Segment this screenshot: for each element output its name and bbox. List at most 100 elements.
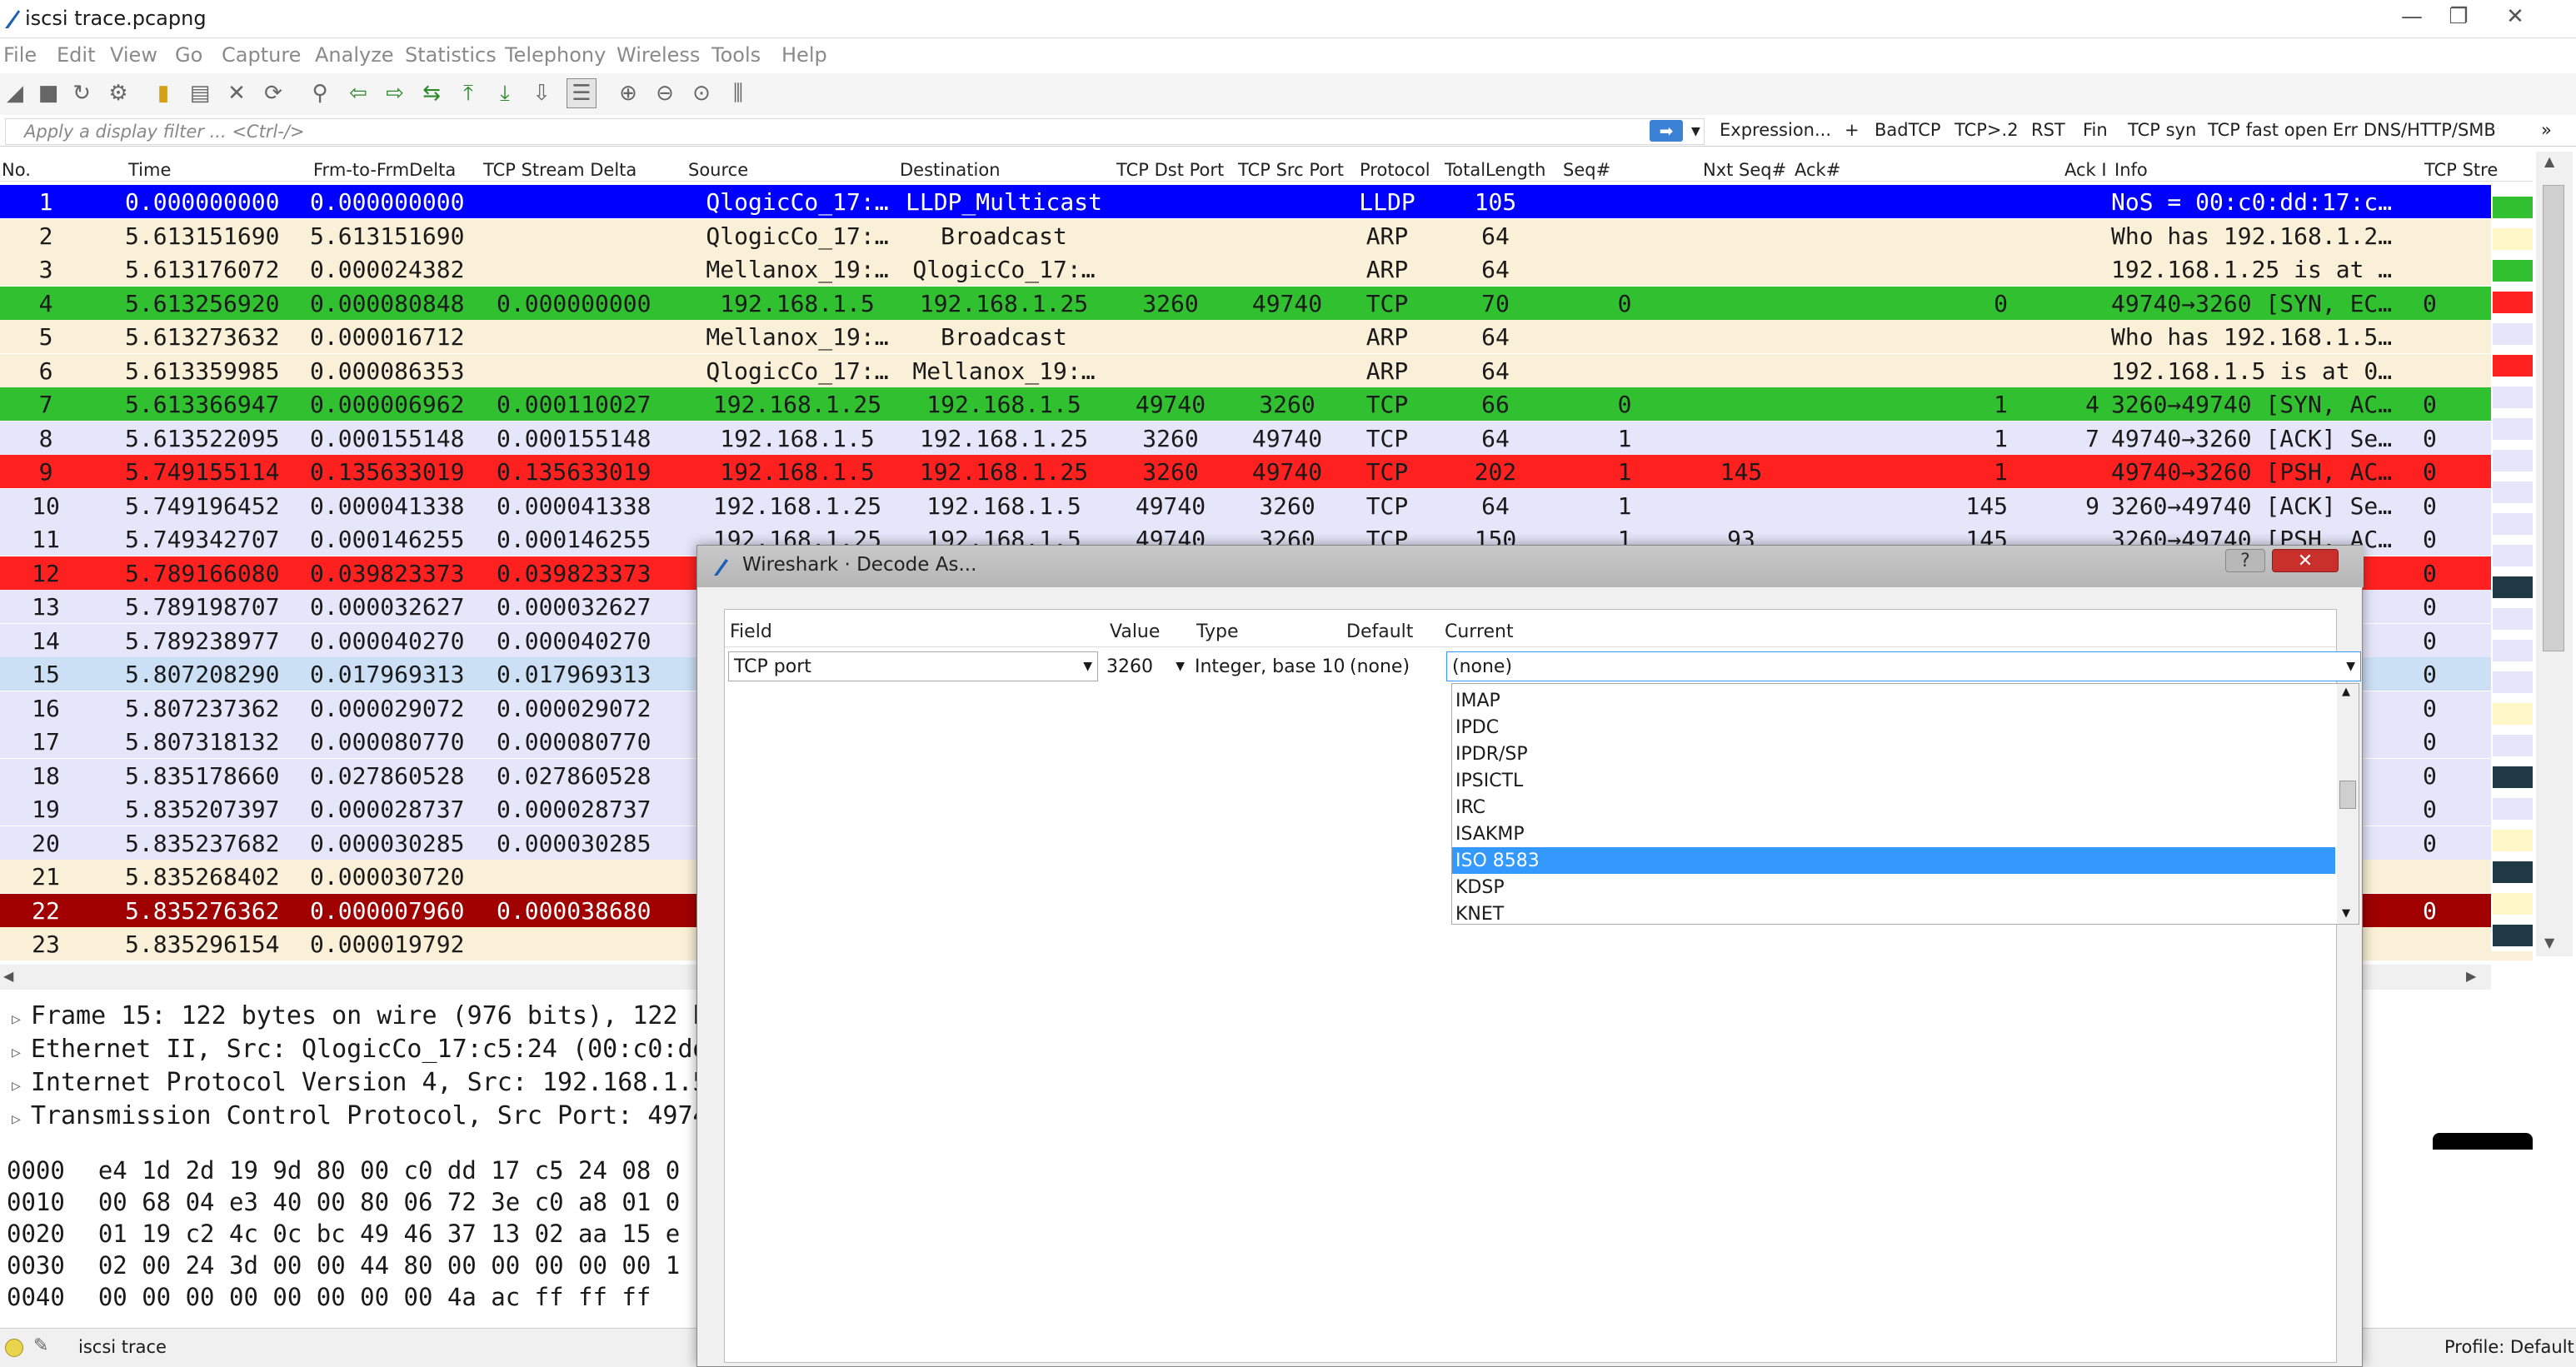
add-filter-button[interactable]: +: [1845, 120, 1860, 140]
protocol-dropdown-list[interactable]: IMAP IPDC IPDR/SP IPSICTL IRC ISAKMP ISO…: [1451, 683, 2359, 925]
protocol-option[interactable]: ISAKMP: [1452, 821, 2335, 847]
detail-ipv4[interactable]: ▷ Internet Protocol Version 4, Src: 192.1…: [12, 1068, 708, 1097]
packet-row[interactable]: 7 5.613366947 0.000006962 0.000110027 192.16…: [0, 387, 2533, 421]
menu-wireless[interactable]: Wireless: [617, 43, 700, 67]
packet-row[interactable]: 9 5.749155114 0.135633019 0.135633019 192.16…: [0, 455, 2533, 488]
start-capture-icon[interactable]: ◢: [0, 78, 30, 108]
column-header-no[interactable]: No.: [2, 160, 31, 180]
zoom-in-icon[interactable]: ⊕: [613, 78, 643, 108]
protocol-option[interactable]: IPSICTL: [1452, 767, 2335, 794]
column-header-protocol[interactable]: Protocol: [1360, 160, 1430, 180]
find-packet-icon[interactable]: ⚲: [305, 78, 335, 108]
column-header-stream-delta[interactable]: TCP Stream Delta: [483, 160, 637, 180]
hex-line[interactable]: 0000 e4 1d 2d 19 9d 80 00 c0 dd 17 c5 24 …: [7, 1156, 680, 1185]
field-select[interactable]: TCP port ▼: [728, 651, 1098, 681]
normal-size-icon[interactable]: ⊙: [686, 78, 716, 108]
packet-row[interactable]: 2 5.613151690 5.613151690 QlogicCo_17:… Broa…: [0, 218, 2533, 252]
capture-options-icon[interactable]: ⚙: [103, 78, 133, 108]
packet-row[interactable]: 5 5.613273632 0.000016712 Mellanox_19:… Broa…: [0, 320, 2533, 353]
go-to-packet-icon[interactable]: ⇆: [417, 78, 447, 108]
column-header-destination[interactable]: Destination: [900, 160, 1001, 180]
last-packet-icon[interactable]: ⤓: [490, 78, 520, 108]
filter-button-tcp-syn[interactable]: TCP syn: [2128, 120, 2196, 140]
protocol-option[interactable]: IPDR/SP: [1452, 741, 2335, 767]
menu-file[interactable]: File: [3, 43, 37, 67]
menu-analyze[interactable]: Analyze: [315, 43, 394, 67]
column-header-frm-delta[interactable]: Frm-to-FrmDelta: [313, 160, 456, 180]
packet-minimap[interactable]: [2491, 185, 2533, 951]
column-header-total-length[interactable]: TotalLength: [1445, 160, 1545, 180]
first-packet-icon[interactable]: ⤒: [453, 78, 483, 108]
reload-file-icon[interactable]: ⟳: [258, 78, 288, 108]
column-header-seq[interactable]: Seq#: [1563, 160, 1610, 180]
column-header-ack[interactable]: Ack#: [1795, 160, 1840, 180]
menu-help[interactable]: Help: [781, 43, 827, 67]
detail-ethernet[interactable]: ▷ Ethernet II, Src: QlogicCo_17:c5:24 (00…: [12, 1035, 708, 1064]
display-filter-input[interactable]: Apply a display filter ... <Ctrl-/>: [5, 118, 1705, 145]
packet-row[interactable]: 3 5.613176072 0.000024382 Mellanox_19:… Qlog…: [0, 252, 2533, 286]
filter-button-tcp-gt[interactable]: TCP>.2: [1954, 120, 2019, 140]
column-header-tcp-stream[interactable]: TCP Stre: [2424, 160, 2498, 180]
restart-capture-icon[interactable]: ↻: [67, 78, 97, 108]
filter-button-tcp-fast-open[interactable]: TCP fast open: [2208, 120, 2328, 140]
column-header-ack-rtt[interactable]: Ack I: [2064, 160, 2107, 180]
protocol-option[interactable]: KDSP: [1452, 874, 2335, 901]
status-profile[interactable]: Profile: Default: [2444, 1337, 2574, 1357]
menu-telephony[interactable]: Telephony: [505, 43, 606, 67]
go-forward-icon[interactable]: ⇨: [380, 78, 410, 108]
scroll-right-icon[interactable]: ▶: [2466, 968, 2476, 984]
capture-comment-icon[interactable]: ✎: [33, 1335, 48, 1356]
hex-line[interactable]: 0020 01 19 c2 4c 0c bc 49 46 37 13 02 aa …: [7, 1220, 680, 1248]
zoom-out-icon[interactable]: ⊖: [650, 78, 680, 108]
detail-tcp[interactable]: ▷ Transmission Control Protocol, Src Port…: [12, 1101, 708, 1130]
column-header-source[interactable]: Source: [688, 160, 748, 180]
protocol-option[interactable]: KNET: [1452, 901, 2335, 927]
open-file-icon[interactable]: ▮: [148, 78, 178, 108]
colorize-icon[interactable]: ☰: [567, 78, 597, 108]
menu-statistics[interactable]: Statistics: [405, 43, 497, 67]
column-header-time[interactable]: Time: [128, 160, 171, 180]
hex-line[interactable]: 0030 02 00 24 3d 00 00 44 80 00 00 00 00 …: [7, 1251, 680, 1280]
protocol-option[interactable]: IPDC: [1452, 714, 2335, 741]
column-header-src-port[interactable]: TCP Src Port: [1238, 160, 1344, 180]
menu-edit[interactable]: Edit: [57, 43, 95, 67]
more-filters-icon[interactable]: »: [2541, 120, 2552, 140]
apply-filter-arrow-icon[interactable]: ➡: [1650, 120, 1683, 142]
protocol-option-selected[interactable]: ISO 8583: [1452, 847, 2335, 874]
column-header-info[interactable]: Info: [2114, 160, 2148, 180]
scroll-up-icon[interactable]: ▲: [2342, 686, 2350, 698]
restore-button[interactable]: ❐: [2439, 3, 2478, 30]
save-file-icon[interactable]: ▤: [185, 78, 215, 108]
dropdown-scroll-thumb[interactable]: [2339, 781, 2356, 809]
packet-row[interactable]: 10 5.749196452 0.000041338 0.000041338 192.1…: [0, 488, 2533, 522]
packet-list-scroll-thumb[interactable]: [2543, 185, 2564, 651]
packet-row[interactable]: 6 5.613359985 0.000086353 QlogicCo_17:… Mell…: [0, 353, 2533, 387]
expert-info-icon[interactable]: [5, 1339, 23, 1357]
menu-tools[interactable]: Tools: [711, 43, 761, 67]
hex-line[interactable]: 0010 00 68 04 e3 40 00 80 06 72 3e c0 a8 …: [7, 1188, 680, 1216]
menu-view[interactable]: View: [110, 43, 157, 67]
filter-button-err-dns[interactable]: Err DNS/HTTP/SMB: [2333, 120, 2496, 140]
column-header-dst-port[interactable]: TCP Dst Port: [1116, 160, 1224, 180]
expand-arrow-icon[interactable]: ▷: [12, 1010, 21, 1028]
scroll-down-icon[interactable]: ▼: [2544, 935, 2554, 950]
filter-history-chevron-icon[interactable]: ▼: [1691, 125, 1700, 138]
minimize-button[interactable]: —: [2393, 3, 2431, 30]
scroll-left-icon[interactable]: ◀: [3, 968, 13, 984]
packet-row[interactable]: 1 0.000000000 0.000000000 QlogicCo_17:… LLDP…: [0, 185, 2533, 218]
expression-button[interactable]: Expression...: [1720, 120, 1831, 140]
protocol-option[interactable]: IRC: [1452, 794, 2335, 821]
hex-line[interactable]: 0040 00 00 00 00 00 00 00 00 4a ac ff ff …: [7, 1283, 651, 1311]
menu-go[interactable]: Go: [175, 43, 202, 67]
scroll-up-icon[interactable]: ▲: [2544, 153, 2554, 169]
menu-capture[interactable]: Capture: [222, 43, 301, 67]
filter-button-rst[interactable]: RST: [2031, 120, 2065, 140]
expand-arrow-icon[interactable]: ▷: [12, 1110, 21, 1128]
value-select[interactable]: 3260 ▼: [1101, 651, 1188, 681]
packet-row[interactable]: 4 5.613256920 0.000080848 0.000000000 192.16…: [0, 286, 2533, 320]
protocol-option[interactable]: IMAP: [1452, 687, 2335, 714]
current-protocol-select[interactable]: (none) ▼: [1446, 651, 2361, 681]
go-back-icon[interactable]: ⇦: [343, 78, 373, 108]
close-file-icon[interactable]: ✕: [222, 78, 252, 108]
dropdown-scrollbar[interactable]: ▲ ▼: [2337, 684, 2359, 924]
